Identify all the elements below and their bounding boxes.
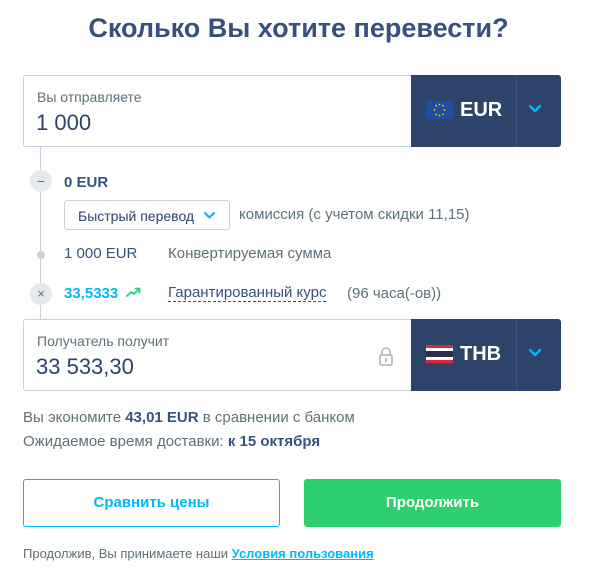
- chevron-down-icon: [203, 211, 216, 219]
- fee-amount: 0 EUR: [64, 174, 109, 191]
- delivery-date: к 15 октября: [227, 433, 321, 450]
- send-currency-select[interactable]: EUR: [411, 75, 561, 147]
- currency-divider: [516, 75, 517, 147]
- currency-divider: [516, 319, 517, 391]
- thailand-flag-icon: [426, 345, 453, 363]
- rate-hours: (96 часа(-ов)): [347, 285, 442, 302]
- multiply-icon: ×: [30, 283, 52, 305]
- guaranteed-rate-link[interactable]: Гарантированный курс: [168, 285, 327, 302]
- trend-up-icon: [126, 287, 141, 297]
- converted-label: Конвертируемая сумма: [168, 245, 332, 262]
- receive-currency-select[interactable]: THB: [411, 319, 561, 391]
- send-amount-label: Вы отправляете: [37, 89, 142, 105]
- delivery-option-select[interactable]: Быстрый перевод: [64, 200, 230, 230]
- delivery-time-text: Ожидаемое время доставки: к 15 октября: [23, 433, 320, 450]
- savings-amount: 43,01 EUR: [125, 409, 199, 426]
- terms-link[interactable]: Условия пользования: [232, 546, 374, 561]
- send-currency-code: EUR: [460, 99, 503, 121]
- delivery-prefix: Ожидаемое время доставки:: [23, 433, 224, 450]
- terms-text: Продолжив, Вы принимаете наши Условия по…: [23, 546, 374, 561]
- exchange-rate: 33,5333: [64, 285, 119, 302]
- delivery-option-value: Быстрый перевод: [78, 208, 195, 224]
- terms-prefix: Продолжив, Вы принимаете наши: [23, 546, 229, 561]
- receive-amount-label: Получатель получит: [37, 333, 170, 349]
- minus-icon: −: [30, 170, 52, 192]
- continue-button[interactable]: Продолжить: [304, 479, 561, 527]
- savings-text: Вы экономите 43,01 EUR в сравнении с бан…: [23, 409, 355, 426]
- savings-suffix: в сравнении с банком: [202, 409, 355, 426]
- receive-amount-field[interactable]: Получатель получит 33 533,30 THB: [23, 319, 561, 391]
- receive-amount-input[interactable]: 33 533,30: [36, 354, 134, 380]
- fee-label: комиссия (с учетом скидки 11,15): [239, 206, 470, 223]
- send-amount-field[interactable]: Вы отправляете 1 000 EUR: [23, 75, 561, 147]
- eu-flag-icon: [426, 101, 453, 119]
- savings-prefix: Вы экономите: [23, 409, 122, 426]
- compare-prices-button[interactable]: Сравнить цены: [23, 479, 280, 527]
- chevron-down-icon[interactable]: [528, 104, 542, 114]
- converted-amount: 1 000 EUR: [64, 245, 138, 262]
- receive-currency-code: THB: [460, 343, 502, 365]
- page-title: Сколько Вы хотите перевести?: [88, 13, 509, 43]
- chevron-down-icon[interactable]: [528, 348, 542, 358]
- lock-icon: [379, 347, 393, 366]
- step-dot: [37, 251, 45, 259]
- send-amount-input[interactable]: 1 000: [36, 110, 91, 136]
